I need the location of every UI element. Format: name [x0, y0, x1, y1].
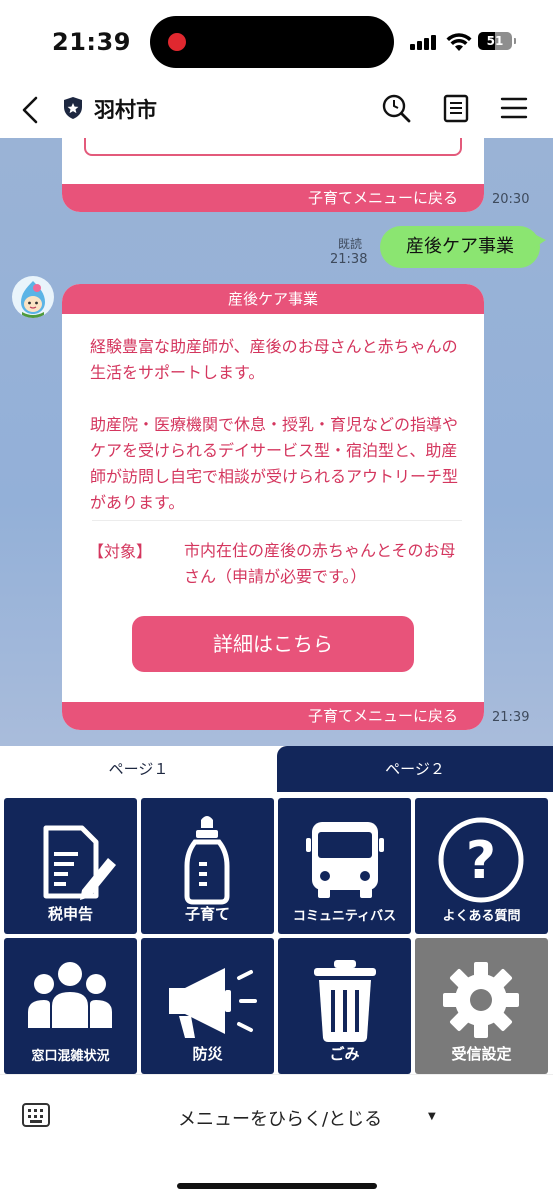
target-text: 市内在住の産後の赤ちゃんとそのお母さん（申請が必要です。） — [184, 541, 456, 586]
chat-area[interactable]: 子育てメニューに戻る 20:30 既読 21:38 産後ケア事業 産後ケア事業 … — [0, 138, 553, 746]
rich-menu: ページ１ ページ２ 税申告 子育て コミュニティバス ? よくある質問 窓口混雑… — [0, 746, 553, 1074]
menu-tile-garbage[interactable]: ごみ — [278, 938, 411, 1074]
prev-card-time: 20:30 — [492, 192, 530, 207]
home-indicator[interactable] — [177, 1183, 377, 1189]
svg-text:?: ? — [466, 831, 496, 891]
mascot-icon — [21, 281, 45, 318]
back-icon[interactable] — [16, 94, 46, 126]
prev-card-back-link[interactable]: 子育てメニューに戻る — [62, 184, 484, 212]
battery-level: 51 — [486, 34, 504, 48]
card-time: 21:39 — [492, 710, 530, 725]
search-icon[interactable] — [380, 92, 412, 124]
menu-tile-label: ごみ — [329, 1045, 360, 1063]
cellular-signal-icon — [410, 34, 438, 50]
menu-toggle-button[interactable]: メニューをひらく/とじる — [178, 1105, 382, 1131]
menu-tile-label: 子育て — [184, 905, 230, 923]
detail-button[interactable]: 詳細はこちら — [132, 616, 414, 672]
card-paragraph-1: 経験豊富な助産師が、産後のお母さんと赤ちゃんの生活をサポートします。 — [90, 337, 458, 382]
menu-tile-label: 受信設定 — [451, 1045, 512, 1063]
wifi-icon — [446, 33, 472, 51]
menu-tile-crowd[interactable]: 窓口混雑状況 — [4, 938, 137, 1074]
status-bar: 21:39 51 — [0, 0, 553, 84]
menu-tile-settings[interactable]: 受信設定 — [415, 938, 548, 1074]
sent-message-bubble[interactable]: 産後ケア事業 — [380, 226, 546, 268]
previous-card-button[interactable] — [84, 138, 462, 156]
status-time: 21:39 — [52, 28, 131, 56]
card-back-link[interactable]: 子育てメニューに戻る — [62, 702, 484, 730]
verified-shield-icon — [64, 97, 82, 119]
card-body: 経験豊富な助産師が、産後のお母さんと赤ちゃんの生活をサポートします。 助産院・医… — [62, 314, 484, 516]
read-receipt: 既読 — [338, 237, 363, 251]
battery-icon: 51 — [478, 32, 516, 50]
menu-tile-label: 窓口混雑状況 — [31, 1049, 110, 1064]
target-label: 【対象】 — [88, 542, 153, 561]
menu-grid: 税申告 子育て コミュニティバス ? よくある質問 窓口混雑状況 防災 ごみ 受… — [4, 798, 549, 1074]
menu-icon[interactable] — [498, 92, 530, 124]
menu-tile-label: 防災 — [192, 1045, 223, 1063]
tab-page-1[interactable]: ページ１ — [0, 746, 277, 792]
tab-page-2[interactable]: ページ２ — [277, 746, 553, 792]
menu-tile-label: よくある質問 — [442, 909, 521, 924]
bottom-bar: メニューをひらく/とじる ▼ — [0, 1074, 553, 1200]
avatar[interactable] — [12, 276, 54, 318]
menu-tile-disaster[interactable]: 防災 — [141, 938, 274, 1074]
notes-icon[interactable] — [440, 92, 472, 124]
chat-title: 羽村市 — [94, 98, 157, 122]
menu-tile-bus[interactable]: コミュニティバス — [278, 798, 411, 934]
caret-down-icon: ▼ — [428, 1111, 436, 1122]
menu-tile-childcare[interactable]: 子育て — [141, 798, 274, 934]
recording-icon — [168, 33, 186, 51]
chat-header: 羽村市 — [0, 84, 553, 138]
card-divider — [92, 520, 462, 521]
keyboard-icon[interactable] — [22, 1103, 50, 1127]
card-title: 産後ケア事業 — [62, 284, 484, 314]
dynamic-island — [150, 16, 394, 68]
menu-tile-tax[interactable]: 税申告 — [4, 798, 137, 934]
menu-tile-label: 税申告 — [47, 905, 93, 923]
card-paragraph-2: 助産院・医療機関で休息・授乳・育児などの指導やケアを受けられるデイサービス型・宿… — [90, 415, 459, 512]
menu-tile-label: コミュニティバス — [292, 909, 397, 924]
sent-time: 21:38 — [330, 252, 368, 267]
menu-tile-faq[interactable]: ? よくある質問 — [415, 798, 548, 934]
previous-message-card: 子育てメニューに戻る — [62, 138, 484, 212]
info-card: 産後ケア事業 経験豊富な助産師が、産後のお母さんと赤ちゃんの生活をサポートします… — [62, 284, 484, 730]
